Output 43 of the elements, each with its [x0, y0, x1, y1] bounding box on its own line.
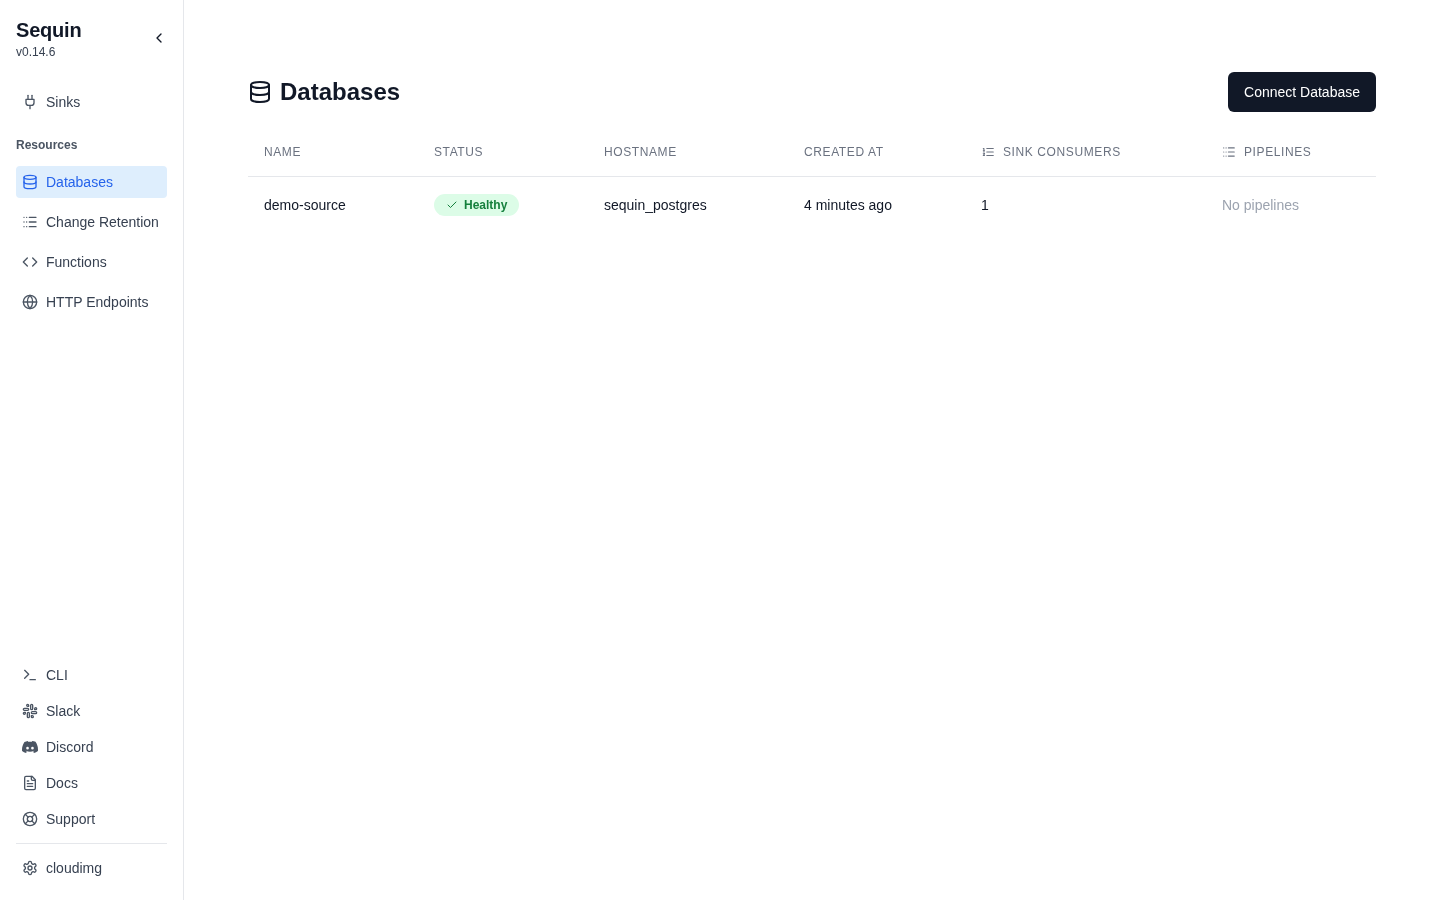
globe-icon [22, 294, 38, 310]
nav-item[interactable]: Change Retention [16, 206, 167, 238]
column-header: CREATED AT [804, 145, 884, 159]
game-controller-icon [22, 739, 38, 755]
list-icon [22, 214, 38, 230]
nav-item[interactable]: Databases [16, 166, 167, 198]
version-label: v0.14.6 [16, 44, 57, 60]
connect-database-button[interactable]: Connect Database [1228, 72, 1376, 112]
database-icon [248, 80, 272, 104]
table-cell: No pipelines [1222, 197, 1300, 213]
plug-icon [22, 94, 38, 110]
table-cell: 1 [981, 197, 989, 213]
list-icon [1222, 145, 1236, 159]
life-buoy-icon [22, 811, 38, 827]
column-header: PIPELINES [1244, 145, 1312, 159]
document-icon [22, 775, 38, 791]
nav-item[interactable]: Sinks [16, 86, 167, 118]
nav-item[interactable]: Functions [16, 246, 167, 278]
code-icon [22, 254, 38, 270]
column-header: STATUS [434, 145, 484, 159]
footer-link[interactable]: Discord [16, 731, 167, 763]
table-cell: 4 minutes ago [804, 197, 892, 213]
slack-icon [22, 703, 38, 719]
numbered-list-icon [981, 145, 995, 159]
section-label: Resources [16, 137, 79, 153]
column-header: SINK CONSUMERS [1003, 145, 1121, 159]
app-name: Sequin [16, 18, 82, 42]
check-icon [446, 199, 458, 211]
footer-link[interactable]: Support [16, 803, 167, 835]
database-icon [22, 174, 38, 190]
nav-item[interactable]: HTTP Endpoints [16, 286, 167, 318]
footer-link[interactable]: CLI [16, 659, 167, 691]
footer-link[interactable]: Docs [16, 767, 167, 799]
status-badge: Healthy [434, 194, 520, 216]
column-header: HOSTNAME [604, 145, 677, 159]
table-cell: sequin_postgres [604, 197, 707, 213]
column-header: NAME [264, 145, 302, 159]
account-menu[interactable]: cloudimg [16, 852, 167, 884]
terminal-icon [22, 667, 38, 683]
settings-icon [22, 860, 38, 876]
footer-link[interactable]: Slack [16, 695, 167, 727]
table-cell: demo-source [264, 197, 346, 213]
page-title: Databases [280, 77, 401, 107]
